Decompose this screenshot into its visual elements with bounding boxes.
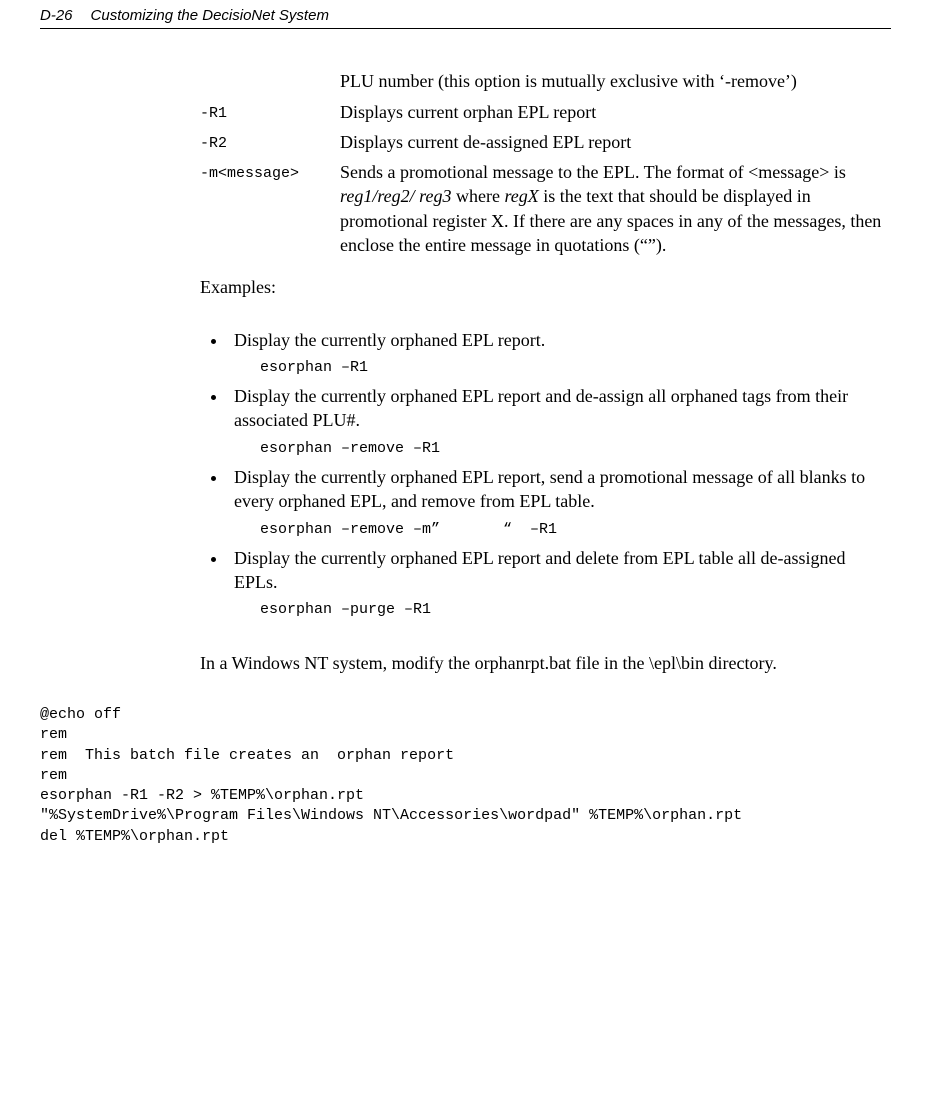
list-item: Display the currently orphaned EPL repor… bbox=[228, 546, 891, 621]
example-cmd: esorphan –purge –R1 bbox=[260, 600, 891, 620]
option-row: -m<message> Sends a promotional message … bbox=[200, 160, 891, 257]
option-key: -R2 bbox=[200, 130, 340, 154]
after-note: In a Windows NT system, modify the orpha… bbox=[200, 651, 891, 675]
page-number: D-26 bbox=[40, 6, 73, 26]
option-row: -R1 Displays current orphan EPL report bbox=[200, 100, 891, 124]
list-item: Display the currently orphaned EPL repor… bbox=[228, 328, 891, 379]
option-key-blank bbox=[200, 69, 340, 73]
list-item: Display the currently orphaned EPL repor… bbox=[228, 465, 891, 540]
example-text: Display the currently orphaned EPL repor… bbox=[234, 548, 845, 592]
page-header: D-26 Customizing the DecisioNet System bbox=[40, 0, 891, 29]
options-table: PLU number (this option is mutually excl… bbox=[200, 69, 891, 257]
examples-list: Display the currently orphaned EPL repor… bbox=[200, 328, 891, 621]
header-title: Customizing the DecisioNet System bbox=[91, 6, 329, 26]
option-val-italic: reg1/reg2/ reg3 bbox=[340, 186, 451, 206]
option-key: -R1 bbox=[200, 100, 340, 124]
example-cmd: esorphan –remove –m” “ –R1 bbox=[260, 520, 891, 540]
option-row: PLU number (this option is mutually excl… bbox=[200, 69, 891, 93]
option-val-intro: PLU number (this option is mutually excl… bbox=[340, 69, 891, 93]
option-val: Sends a promotional message to the EPL. … bbox=[340, 160, 891, 257]
main-content: PLU number (this option is mutually excl… bbox=[200, 69, 891, 675]
example-text: Display the currently orphaned EPL repor… bbox=[234, 330, 545, 350]
example-text: Display the currently orphaned EPL repor… bbox=[234, 467, 865, 511]
option-key: -m<message> bbox=[200, 160, 340, 184]
option-val: Displays current orphan EPL report bbox=[340, 100, 891, 124]
list-item: Display the currently orphaned EPL repor… bbox=[228, 384, 891, 459]
examples-label: Examples: bbox=[200, 275, 891, 299]
option-val-mid: where bbox=[451, 186, 504, 206]
batch-file-content: @echo off rem rem This batch file create… bbox=[40, 705, 891, 847]
example-cmd: esorphan –remove –R1 bbox=[260, 439, 891, 459]
page: D-26 Customizing the DecisioNet System P… bbox=[0, 0, 931, 887]
header-inner: D-26 Customizing the DecisioNet System bbox=[40, 6, 891, 26]
option-row: -R2 Displays current de-assigned EPL rep… bbox=[200, 130, 891, 154]
option-val-italic: regX bbox=[504, 186, 543, 206]
option-val-pre: Sends a promotional message to the EPL. … bbox=[340, 162, 846, 182]
example-text: Display the currently orphaned EPL repor… bbox=[234, 386, 848, 430]
example-cmd: esorphan –R1 bbox=[260, 358, 891, 378]
option-val: Displays current de-assigned EPL report bbox=[340, 130, 891, 154]
